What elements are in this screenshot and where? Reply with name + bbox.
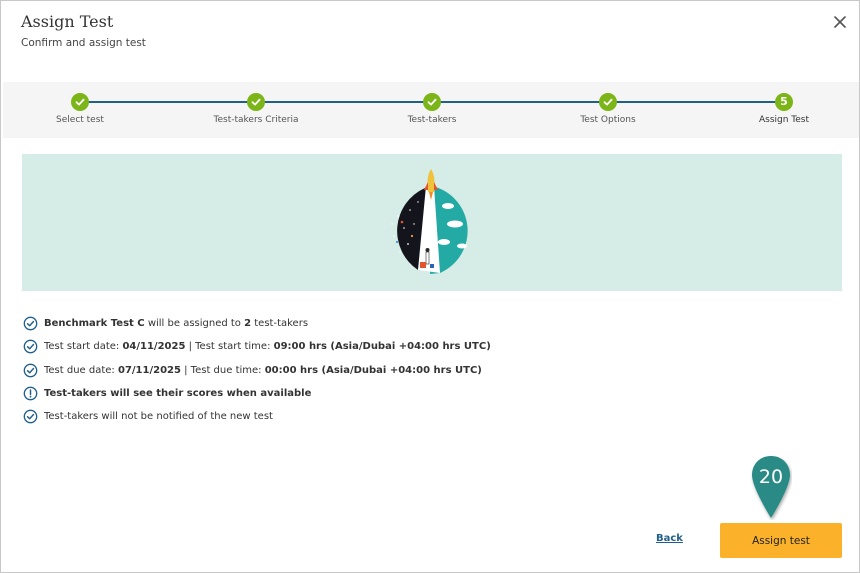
exclamation-circle-icon — [23, 386, 38, 401]
summary-row-scores: Test-takers will see their scores when a… — [23, 382, 663, 405]
check-icon — [71, 93, 89, 111]
back-link[interactable]: Back — [656, 533, 683, 544]
step-label: Test Options — [580, 115, 636, 125]
scores-visibility-text: Test-takers will see their scores when a… — [44, 388, 312, 400]
step-test-takers: Test-takers — [362, 93, 502, 125]
step-label: Test-takers Criteria — [213, 115, 299, 125]
step-assign-test: 5 Assign Test — [714, 93, 854, 125]
close-icon[interactable] — [831, 13, 849, 31]
start-time-value: 09:00 hrs (Asia/Dubai +04:00 hrs UTC) — [273, 341, 491, 353]
dialog-title: Assign Test — [21, 12, 114, 31]
step-label: Test-takers — [407, 115, 457, 125]
summary-row-assignment: Benchmark Test C will be assigned to 2 t… — [23, 312, 663, 335]
check-circle-icon — [23, 340, 38, 354]
check-icon — [599, 93, 617, 111]
due-date-value: 07/11/2025 — [117, 364, 181, 376]
step-select-test: Select test — [10, 93, 150, 125]
due-time-label: | Test due time: — [180, 364, 265, 376]
check-circle-icon — [23, 316, 38, 331]
check-icon — [247, 93, 265, 111]
dialog-subtitle: Confirm and assign test — [21, 37, 146, 49]
check-circle-icon — [23, 363, 38, 378]
assign-test-button[interactable]: Assign test — [720, 523, 842, 558]
start-time-label: | Test start time: — [185, 341, 274, 353]
check-circle-icon — [23, 409, 38, 424]
test-name: Benchmark Test C — [44, 318, 145, 330]
start-date-value: 04/11/2025 — [122, 341, 186, 353]
assignment-summary: Benchmark Test C will be assigned to 2 t… — [23, 312, 663, 428]
summary-text: will be assigned to — [144, 318, 245, 330]
summary-text: test-takers — [251, 318, 309, 330]
progress-stepper: Select test Test-takers Criteria Test-ta… — [3, 82, 859, 138]
step-label: Select test — [56, 115, 104, 125]
summary-row-notification: Test-takers will not be notified of the … — [23, 405, 663, 428]
step-test-options: Test Options — [538, 93, 678, 125]
step-label: Assign Test — [758, 115, 810, 125]
confirmation-banner — [22, 154, 842, 291]
summary-row-due: Test due date: 07/11/2025 | Test due tim… — [23, 359, 663, 382]
due-time-value: 00:00 hrs (Asia/Dubai +04:00 hrs UTC) — [264, 364, 482, 376]
due-date-label: Test due date: — [44, 364, 118, 376]
marker-number: 20 — [758, 466, 784, 488]
assign-test-dialog: Assign Test Confirm and assign test Sele… — [0, 0, 860, 573]
step-test-takers-criteria: Test-takers Criteria — [186, 93, 326, 125]
step-number: 5 — [775, 93, 793, 111]
start-date-label: Test start date: — [44, 341, 123, 353]
check-icon — [423, 93, 441, 111]
summary-row-start: Test start date: 04/11/2025 | Test start… — [23, 335, 663, 358]
rocket-launch-illustration — [380, 166, 483, 279]
notification-text: Test-takers will not be notified of the … — [44, 411, 273, 423]
